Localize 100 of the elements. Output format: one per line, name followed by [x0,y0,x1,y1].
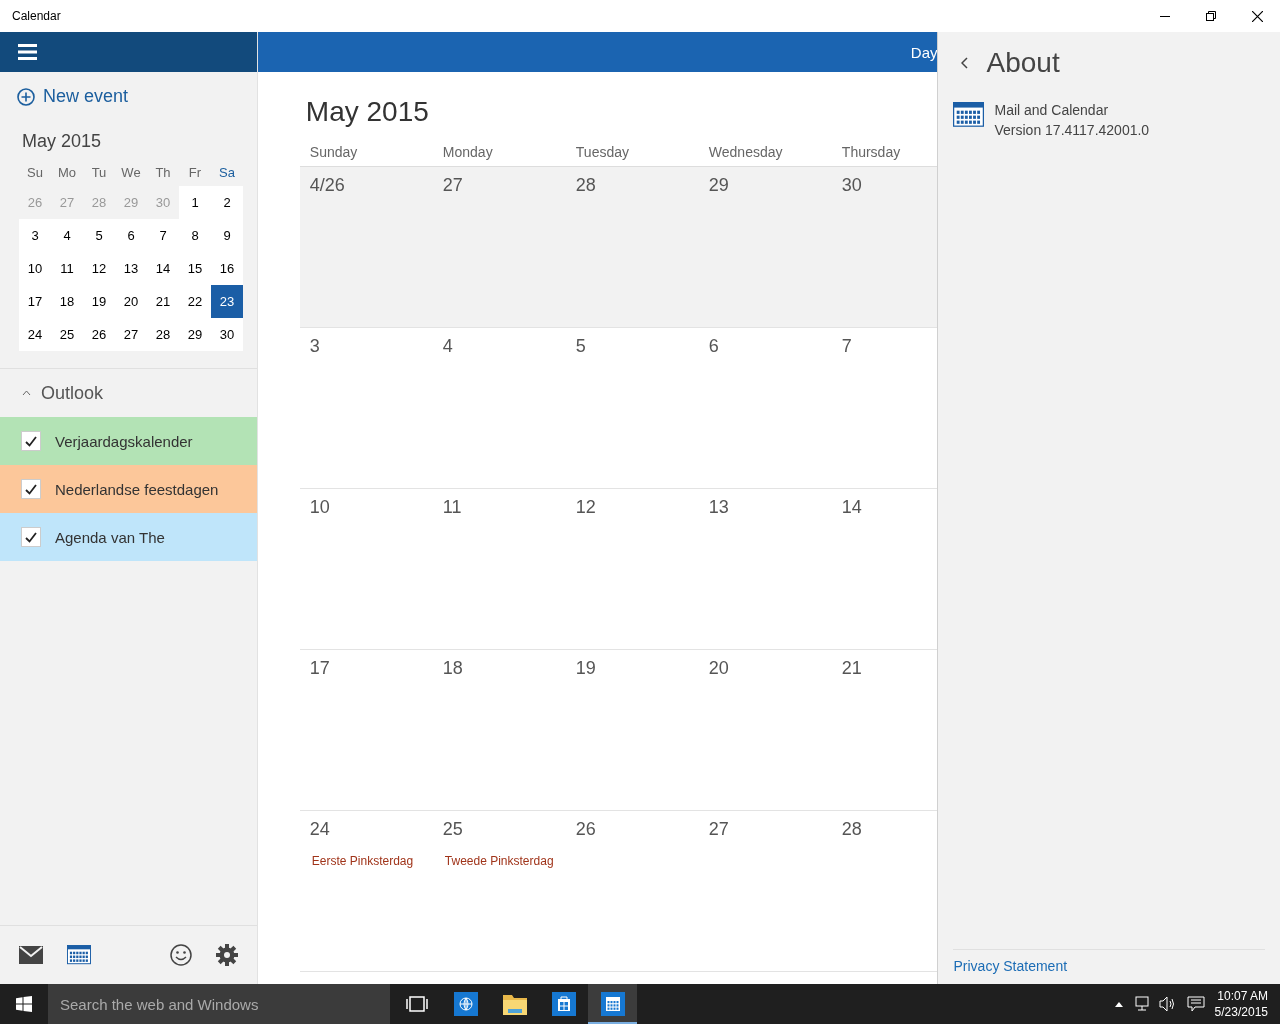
date-cell[interactable]: 14 [147,252,179,285]
day-number: 19 [575,658,597,679]
day-cell[interactable]: 30 [831,167,938,328]
window-title: Calendar [11,9,62,23]
date-cell[interactable]: 21 [147,285,179,318]
check-icon [25,435,37,447]
caret-up-icon [1114,1001,1123,1007]
day-number: 27 [442,175,464,196]
calendar-item[interactable]: Nederlandse feestdagen [0,465,257,513]
date-cell[interactable]: 19 [83,285,115,318]
day-cell[interactable]: 28 [565,167,699,328]
calendar-icon [600,992,625,1016]
date-cell[interactable]: 24 [19,318,51,351]
day-number: 27 [708,819,730,840]
volume-icon [1158,996,1177,1012]
day-view-button[interactable]: Day [910,43,938,61]
windows-icon [16,996,32,1012]
day-number: 5 [575,336,587,357]
date-cell[interactable]: 9 [211,219,243,252]
date-cell[interactable]: 28 [147,318,179,351]
checkbox[interactable] [21,431,41,451]
calendar-button[interactable] [67,945,91,965]
check-icon [25,531,37,543]
taskbar-button[interactable] [588,984,637,1024]
day-number: 21 [841,658,863,679]
clock-time: 10:07 AM [1217,988,1268,1004]
date-cell[interactable]: 3 [19,219,51,252]
date-cell[interactable]: 20 [115,285,147,318]
date-cell[interactable]: 12 [83,252,115,285]
date-cell[interactable]: 17 [19,285,51,318]
weekday-label: We [120,163,142,182]
event-label[interactable]: Tweede Pinksterdag [444,854,566,868]
date-cell[interactable]: 8 [179,219,211,252]
feedback-button[interactable] [169,944,192,966]
checkbox[interactable] [21,527,41,547]
new-event-button[interactable]: New event [17,86,129,107]
back-button[interactable] [961,57,969,69]
day-number: 6 [708,336,720,357]
day-number: 17 [309,658,331,679]
day-cell[interactable]: 27 [432,167,566,328]
settings-button[interactable] [215,944,238,966]
date-cell[interactable]: 7 [147,219,179,252]
day-number: 18 [442,658,464,679]
event-label[interactable]: Eerste Pinksterdag [311,854,433,868]
date-cell[interactable]: 1 [179,186,211,219]
day-number: 10 [309,497,331,518]
calendar-item[interactable]: Agenda van The [0,513,257,561]
clock-date: 5/23/2015 [1214,1004,1268,1020]
day-number: 13 [708,497,730,518]
search-field[interactable]: Search the web and Windows [48,984,390,1024]
version-text: Version 17.4117.42001.0 [994,122,1150,138]
date-cell[interactable]: 29 [179,318,211,351]
menu-button[interactable] [18,44,37,60]
app-name: Mail and Calendar [994,102,1110,118]
date-cell[interactable]: 5 [83,219,115,252]
date-cell[interactable]: 27 [115,318,147,351]
date-cell[interactable]: 6 [115,219,147,252]
weekday-label: Mo [56,163,78,182]
task-view-icon [405,996,428,1012]
checkbox[interactable] [21,479,41,499]
mail-button[interactable] [19,946,43,964]
date-cell[interactable]: 30 [211,318,243,351]
restore-icon [1206,11,1216,21]
calendar-name: Nederlandse feestdagen [55,480,219,498]
network-icon [1132,996,1149,1012]
check-icon [25,483,37,495]
date-cell[interactable]: 10 [19,252,51,285]
day-number: 4/26 [309,175,346,196]
minimize-icon [1160,15,1170,17]
date-cell[interactable]: 18 [51,285,83,318]
weekday-label: Sa [218,163,236,182]
date-cell[interactable]: 22 [179,285,211,318]
date-cell[interactable]: 25 [51,318,83,351]
calendar-name: Agenda van The [55,528,165,546]
date-cell[interactable]: 13 [115,252,147,285]
close-icon [1251,10,1263,22]
back-icon [961,57,969,69]
day-number: 28 [841,819,863,840]
day-number: 12 [575,497,597,518]
chevron-icon [22,390,31,396]
date-cell[interactable]: 23 [211,285,243,318]
day-cell[interactable]: 29 [698,167,832,328]
globe-icon [453,992,478,1016]
date-cell[interactable]: 15 [179,252,211,285]
settings-icon [215,944,238,966]
app-icon [953,102,985,127]
date-cell[interactable]: 16 [211,252,243,285]
day-number: 29 [708,175,730,196]
date-cell[interactable]: 2 [211,186,243,219]
day-cell[interactable]: 4/26 [299,167,433,328]
smiley-icon [169,944,192,966]
day-number: 30 [841,175,863,196]
calendar-item[interactable]: Verjaardagskalender [0,417,257,465]
date-cell[interactable]: 26 [83,318,115,351]
date-cell[interactable]: 4 [51,219,83,252]
date-cell[interactable]: 11 [51,252,83,285]
account-toggle[interactable]: Outlook [0,369,257,417]
weekday-label: Fr [187,163,203,182]
calendar-name: Verjaardagskalender [55,432,193,450]
weekday-label: Th [154,163,172,182]
